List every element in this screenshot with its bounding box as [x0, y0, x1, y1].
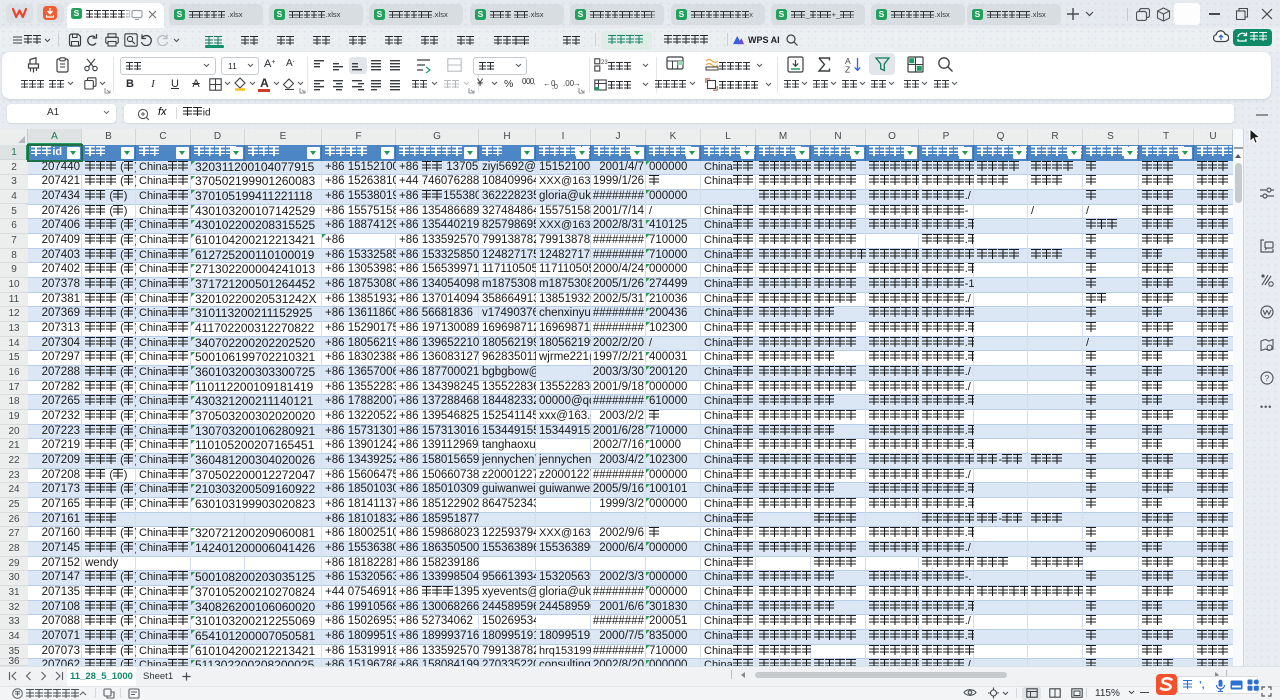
svg-text:?: ? — [1265, 373, 1270, 383]
svg-text:.0: .0 — [552, 84, 558, 90]
svg-text:23: 23 — [601, 60, 608, 66]
svg-text:Z: Z — [845, 65, 850, 74]
